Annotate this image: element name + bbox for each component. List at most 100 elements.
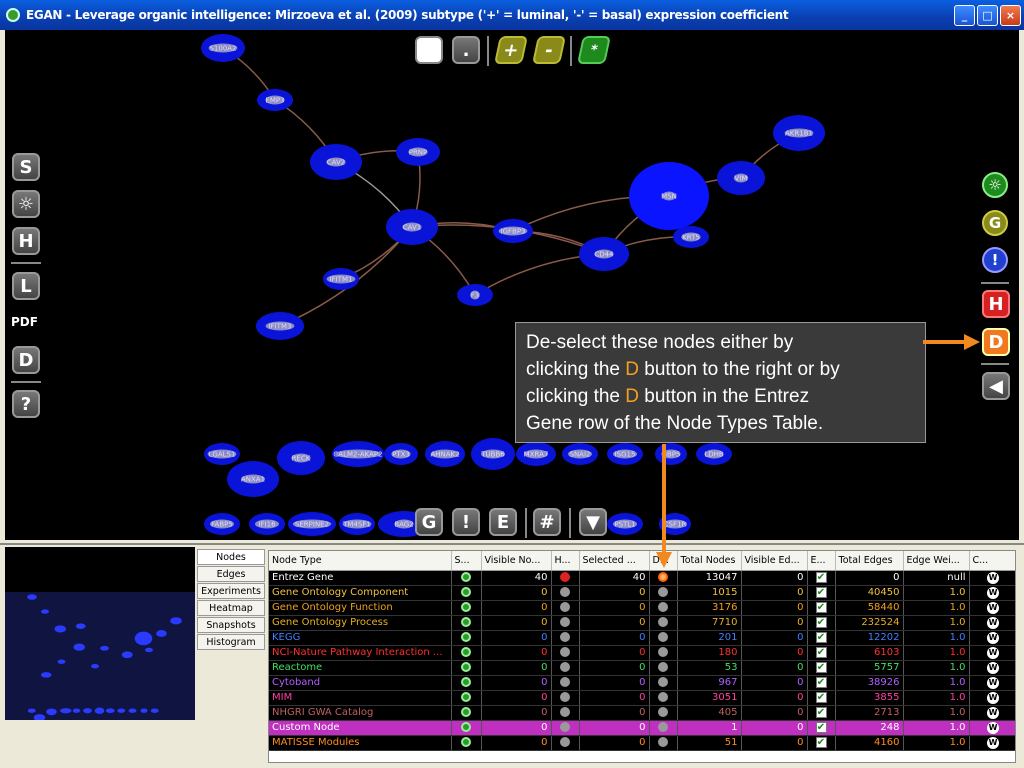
tab-edges[interactable]: Edges — [197, 566, 265, 582]
network-node[interactable]: PSTL1 — [607, 513, 643, 535]
network-node[interactable]: SERPINE2 — [288, 512, 336, 536]
visible-nodes[interactable]: 0 — [481, 630, 552, 646]
tab-histogram[interactable]: Histogram — [197, 634, 265, 650]
circle-grey-icon[interactable] — [658, 602, 668, 612]
column-header[interactable]: Total Edges — [835, 551, 904, 571]
show-toggle[interactable] — [451, 585, 482, 601]
network-node[interactable]: TUBB6 — [471, 438, 515, 470]
network-node[interactable]: IFITM1 — [323, 268, 359, 290]
h-button-right[interactable]: H — [982, 290, 1010, 318]
circle-green-icon[interactable] — [461, 707, 471, 717]
w-icon[interactable]: W — [987, 571, 999, 584]
edge-weight[interactable]: 1.0 — [903, 690, 970, 706]
selected-nodes[interactable]: 40 — [579, 570, 650, 586]
network-node[interactable]: CAV2 — [310, 144, 362, 180]
tab-snapshots[interactable]: Snapshots — [197, 617, 265, 633]
highlight-toggle[interactable] — [551, 585, 580, 601]
w-icon[interactable]: W — [987, 646, 999, 659]
selected-nodes[interactable]: 0 — [579, 690, 650, 706]
circle-grey-icon[interactable] — [560, 587, 570, 597]
w-icon[interactable]: W — [987, 601, 999, 614]
show-toggle[interactable] — [451, 735, 482, 751]
highlight-toggle[interactable] — [551, 570, 580, 586]
edge-weight[interactable]: 1.0 — [903, 600, 970, 616]
show-toggle[interactable] — [451, 675, 482, 691]
network-node[interactable]: AKR1B1 — [773, 115, 825, 151]
w-icon[interactable]: W — [987, 691, 999, 704]
total-edges[interactable]: 232524 — [835, 615, 904, 631]
column-header[interactable]: Visible Ed... — [741, 551, 808, 571]
w-icon[interactable]: W — [987, 661, 999, 674]
circle-grey-icon[interactable] — [658, 662, 668, 672]
maximize-button[interactable]: □ — [977, 5, 998, 26]
visible-edges[interactable]: 0 — [741, 600, 808, 616]
selected-nodes[interactable]: 0 — [579, 705, 650, 721]
node-types-table[interactable]: Node Type S... Visible No... H... Selected .… — [268, 550, 1016, 763]
table-row[interactable]: Cytoband 0 0 967 0 ✔ 38926 1.0 W — [269, 675, 1015, 691]
column-header[interactable]: D... — [649, 551, 678, 571]
deselect-toggle[interactable] — [649, 705, 678, 721]
tab-experiments[interactable]: Experiments — [197, 583, 265, 599]
show-toggle[interactable] — [451, 615, 482, 631]
circle-green-icon[interactable] — [461, 647, 471, 657]
visible-edges[interactable]: 0 — [741, 675, 808, 691]
circle-green-icon[interactable] — [461, 692, 471, 702]
circle-green-icon[interactable] — [461, 662, 471, 672]
visible-edges[interactable]: 0 — [741, 660, 808, 676]
minimize-button[interactable]: _ — [954, 5, 975, 26]
total-edges[interactable]: 4160 — [835, 735, 904, 751]
highlight-toggle[interactable] — [551, 690, 580, 706]
network-node[interactable]: PRNP — [396, 138, 440, 166]
edges-checkbox[interactable]: ✔ — [807, 720, 836, 736]
network-node[interactable]: IGFBP3 — [493, 219, 533, 243]
edges-checkbox[interactable]: ✔ — [807, 660, 836, 676]
highlight-toggle[interactable] — [551, 630, 580, 646]
g-button-right[interactable]: G — [982, 210, 1008, 236]
edge-weight[interactable]: 1.0 — [903, 645, 970, 661]
total-edges[interactable]: 5757 — [835, 660, 904, 676]
highlight-toggle[interactable] — [551, 675, 580, 691]
circle-grey-icon[interactable] — [560, 647, 570, 657]
circle-grey-icon[interactable] — [560, 662, 570, 672]
total-nodes[interactable]: 3051 — [677, 690, 742, 706]
circle-grey-icon[interactable] — [560, 707, 570, 717]
total-edges[interactable]: 0 — [835, 570, 904, 586]
visible-nodes[interactable]: 0 — [481, 690, 552, 706]
tab-nodes[interactable]: Nodes — [197, 549, 265, 565]
back-arrow-icon[interactable]: ◀ — [982, 372, 1010, 400]
edges-checkbox[interactable]: ✔ — [807, 705, 836, 721]
visible-edges[interactable]: 0 — [741, 615, 808, 631]
color-cell[interactable]: W — [969, 645, 1015, 661]
edge-weight[interactable]: 1.0 — [903, 630, 970, 646]
network-node[interactable]: S100A2 — [201, 34, 245, 62]
s-button[interactable]: S — [12, 153, 40, 181]
total-edges[interactable]: 38926 — [835, 675, 904, 691]
visible-edges[interactable]: 0 — [741, 645, 808, 661]
network-node[interactable]: MXRA7 — [516, 442, 556, 466]
edge-weight[interactable]: 1.0 — [903, 720, 970, 736]
selected-nodes[interactable]: 0 — [579, 585, 650, 601]
visible-edges[interactable]: 0 — [741, 735, 808, 751]
checkbox-checked-icon[interactable]: ✔ — [815, 691, 827, 703]
network-node[interactable]: EMP3 — [257, 89, 293, 111]
edges-checkbox[interactable]: ✔ — [807, 690, 836, 706]
l-button[interactable]: L — [12, 272, 40, 300]
circle-green-icon[interactable] — [461, 587, 471, 597]
table-row[interactable]: MIM 0 0 3051 0 ✔ 3855 1.0 W — [269, 690, 1015, 706]
highlight-toggle[interactable] — [551, 600, 580, 616]
network-node[interactable]: VIM — [717, 161, 765, 195]
selected-nodes[interactable]: 0 — [579, 720, 650, 736]
total-nodes[interactable]: 13047 — [677, 570, 742, 586]
white-square-button[interactable] — [415, 36, 443, 64]
w-icon[interactable]: W — [987, 706, 999, 719]
node-type-name[interactable]: Gene Ontology Function — [269, 600, 452, 616]
network-node[interactable]: F3 — [457, 284, 493, 306]
highlight-toggle[interactable] — [551, 645, 580, 661]
deselect-toggle[interactable] — [649, 615, 678, 631]
node-type-name[interactable]: NCI-Nature Pathway Interaction ... — [269, 645, 452, 661]
edge-weight[interactable]: 1.0 — [903, 585, 970, 601]
circle-green-icon[interactable] — [461, 677, 471, 687]
selected-nodes[interactable]: 0 — [579, 735, 650, 751]
visible-nodes[interactable]: 0 — [481, 720, 552, 736]
edges-checkbox[interactable]: ✔ — [807, 615, 836, 631]
